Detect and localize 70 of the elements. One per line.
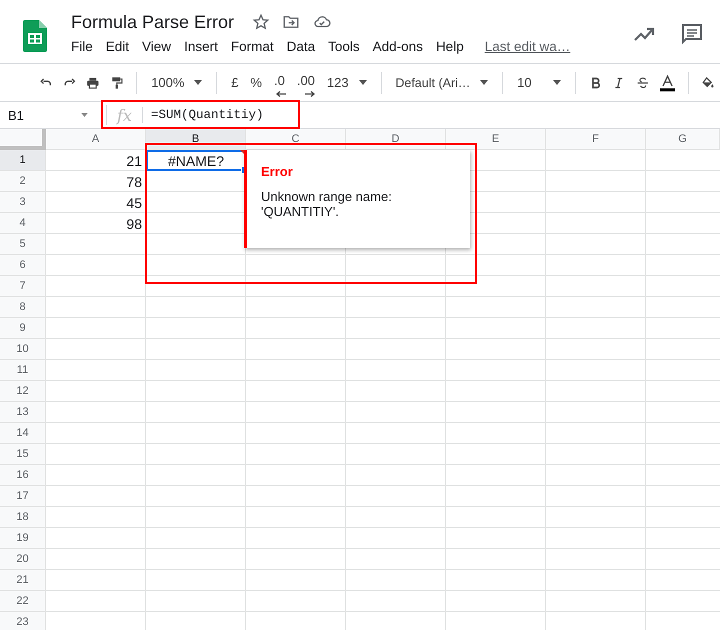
comment-icon[interactable] <box>680 22 704 46</box>
menu-item[interactable]: View <box>142 39 172 54</box>
row-number[interactable]: 17 <box>0 486 46 507</box>
row-number[interactable]: 4 <box>0 213 46 234</box>
caret-icon <box>81 113 88 117</box>
row-number[interactable]: 12 <box>0 381 46 402</box>
row-number[interactable]: 13 <box>0 402 46 423</box>
row-number[interactable]: 7 <box>0 276 46 297</box>
row-number[interactable]: 6 <box>0 255 46 276</box>
menu-item[interactable]: Help <box>436 39 464 54</box>
star-icon[interactable] <box>252 13 270 31</box>
arrow-icon <box>304 90 315 96</box>
function-label: fx <box>117 106 132 124</box>
column-header[interactable]: D <box>346 129 446 150</box>
table-cell[interactable]: 45 <box>46 192 146 213</box>
formula-input[interactable]: =SUM(Quantitiy) <box>150 108 264 122</box>
zoom-dropdown[interactable]: 100% <box>145 70 208 94</box>
table-cell[interactable]: 21 <box>46 150 146 171</box>
menu-item[interactable]: Format <box>230 39 274 54</box>
row-number[interactable]: 20 <box>0 549 46 570</box>
column-header[interactable]: E <box>446 129 546 150</box>
cell-reference-field[interactable]: B1 <box>0 108 94 122</box>
table-cell[interactable]: #NAME? <box>146 150 246 171</box>
menu-item[interactable]: Tools <box>328 39 360 54</box>
row-number[interactable]: 18 <box>0 507 46 528</box>
error-message: Unknown range name: 'QUANTITIY'. <box>261 189 393 219</box>
row-number[interactable]: 15 <box>0 444 46 465</box>
row-number[interactable]: 14 <box>0 423 46 444</box>
caret-icon <box>552 80 561 85</box>
column-header[interactable]: F <box>546 129 646 150</box>
column-header[interactable]: C <box>246 129 346 150</box>
column-header[interactable]: A <box>46 129 146 150</box>
font-size-dropdown[interactable]: 10 <box>511 70 567 94</box>
column-header[interactable]: G <box>646 129 720 150</box>
row-number[interactable]: 2 <box>0 171 46 192</box>
menu-item[interactable]: Data <box>286 39 316 54</box>
menu-item[interactable]: Edit <box>106 39 130 54</box>
table-cell[interactable]: 98 <box>46 213 146 234</box>
row-number[interactable]: 5 <box>0 234 46 255</box>
row-number[interactable]: 11 <box>0 360 46 381</box>
column-header[interactable]: B <box>146 129 246 150</box>
row-number[interactable]: 22 <box>0 591 46 612</box>
row-number[interactable]: 21 <box>0 570 46 591</box>
table-cell[interactable]: 78 <box>46 171 146 192</box>
row-number[interactable]: 1 <box>0 150 46 171</box>
caret-icon <box>194 80 202 85</box>
last-edit-link[interactable]: Last edit wa… <box>484 39 570 54</box>
folder-icon[interactable] <box>282 13 300 31</box>
row-number[interactable]: 23 <box>0 612 46 630</box>
spreadsheet-logo-icon[interactable] <box>23 20 47 52</box>
row-number[interactable]: 8 <box>0 297 46 318</box>
percent-button[interactable]: % <box>244 70 268 94</box>
font-dropdown[interactable]: Default (Ari… <box>389 70 494 94</box>
row-number[interactable]: 9 <box>0 318 46 339</box>
row-number[interactable]: 16 <box>0 465 46 486</box>
menu-item[interactable]: Insert <box>184 39 218 54</box>
row-number[interactable]: 3 <box>0 192 46 213</box>
more-formats-dropdown[interactable]: 123 <box>320 70 373 94</box>
decrease-decimals-button[interactable]: .0 <box>268 68 291 96</box>
caret-icon <box>358 80 367 85</box>
row-number[interactable]: 10 <box>0 339 46 360</box>
currency-button[interactable]: £ <box>225 70 244 94</box>
increase-decimals-button[interactable]: .00 <box>290 68 321 96</box>
arrow-icon <box>276 90 286 96</box>
menu-item[interactable]: File <box>71 39 93 54</box>
row-number[interactable]: 19 <box>0 528 46 549</box>
error-title: Error <box>261 164 294 179</box>
caret-icon <box>480 80 488 85</box>
menu-item[interactable]: Add-ons <box>372 39 423 54</box>
document-title[interactable]: Formula Parse Error <box>71 12 234 32</box>
